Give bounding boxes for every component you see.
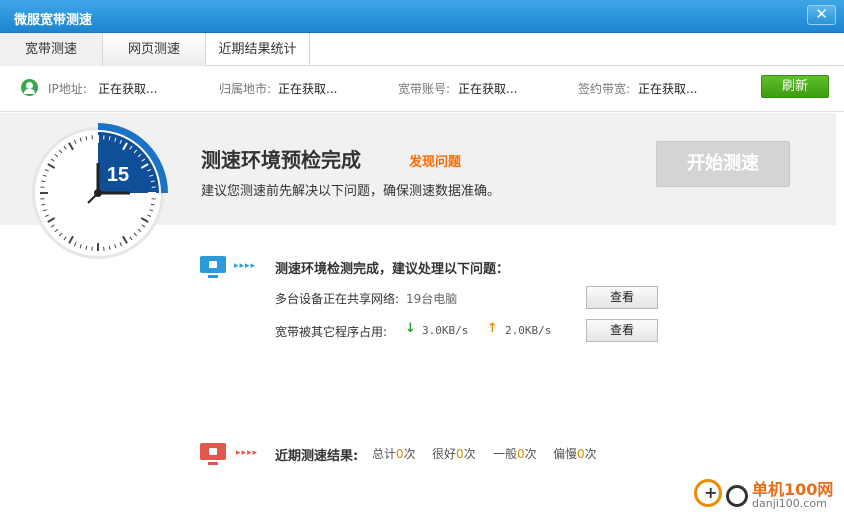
monitor-lock-icon (200, 256, 226, 278)
bandwidth-label: 签约带宽: (578, 82, 631, 96)
tab-broadband-speed[interactable]: 宽带测速 (0, 33, 103, 66)
location-label: 归属地市: (219, 82, 272, 96)
stat-average: 一般0次 (493, 447, 537, 461)
shared-devices-label: 多台设备正在共享网络: (275, 292, 400, 306)
watermark-url: danji100.com (752, 497, 827, 510)
tab-web-speed[interactable]: 网页测速 (103, 33, 206, 66)
arrows-icon: ▸▸▸▸ (234, 261, 257, 271)
watermark-circle-icon (726, 485, 748, 507)
account-label: 宽带账号: (398, 82, 451, 96)
upload-speed: 2.0KB/s (505, 324, 552, 337)
gauge-pivot (94, 189, 102, 197)
account-value: 正在获取... (458, 82, 518, 96)
bandwidth-used-label: 宽带被其它程序占用: (275, 325, 388, 339)
ip-value: 正在获取... (98, 82, 158, 96)
location-value: 正在获取... (278, 82, 338, 96)
title-bar: 微服宽带测速 ✕ (0, 0, 844, 33)
stat-total: 总计0次 (372, 447, 416, 461)
user-icon (21, 79, 38, 96)
detection-title: 测速环境检测完成，建议处理以下问题： (275, 262, 510, 277)
tab-bar: 宽带测速 网页测速 近期结果统计 (0, 33, 844, 66)
info-bar: IP地址: 正在获取... 归属地市: 正在获取... 宽带账号: 正在获取..… (0, 67, 844, 109)
monitor-lock-red-icon (200, 443, 226, 465)
start-test-button[interactable]: 开始测速 (656, 141, 790, 187)
bandwidth-value: 正在获取... (638, 82, 698, 96)
recent-title: 近期测速结果: (275, 449, 359, 464)
window-title: 微服宽带测速 (14, 13, 93, 28)
view-programs-button[interactable]: 查看 (586, 319, 658, 342)
divider (0, 111, 844, 112)
gauge-number: 15 (107, 164, 129, 186)
refresh-button[interactable]: 刷新 (761, 75, 829, 98)
precheck-title: 测速环境预检完成 (201, 148, 361, 172)
tab-recent-stats[interactable]: 近期结果统计 (206, 33, 310, 66)
shared-devices-value: 19台电脑 (406, 292, 458, 306)
close-icon: ✕ (815, 5, 828, 23)
download-speed: 3.0KB/s (422, 324, 469, 337)
watermark-plus-icon: + (694, 479, 722, 507)
watermark-logo: + 单机100网 danji100.com (694, 473, 844, 515)
view-devices-button[interactable]: 查看 (586, 286, 658, 309)
download-arrow-icon: ↓ (405, 321, 416, 336)
clock-gauge: 15 (32, 123, 168, 259)
stat-slow: 偏慢0次 (553, 447, 597, 461)
ip-label: IP地址: (48, 82, 87, 96)
close-button[interactable]: ✕ (807, 5, 836, 25)
arrows-red-icon: ▸▸▸▸ (236, 448, 259, 458)
issue-link[interactable]: 发现问题 (409, 151, 461, 170)
stat-good: 很好0次 (432, 447, 476, 461)
upload-arrow-icon: ↑ (487, 321, 498, 336)
precheck-advice: 建议您测速前先解决以下问题，确保测速数据准确。 (201, 184, 501, 199)
